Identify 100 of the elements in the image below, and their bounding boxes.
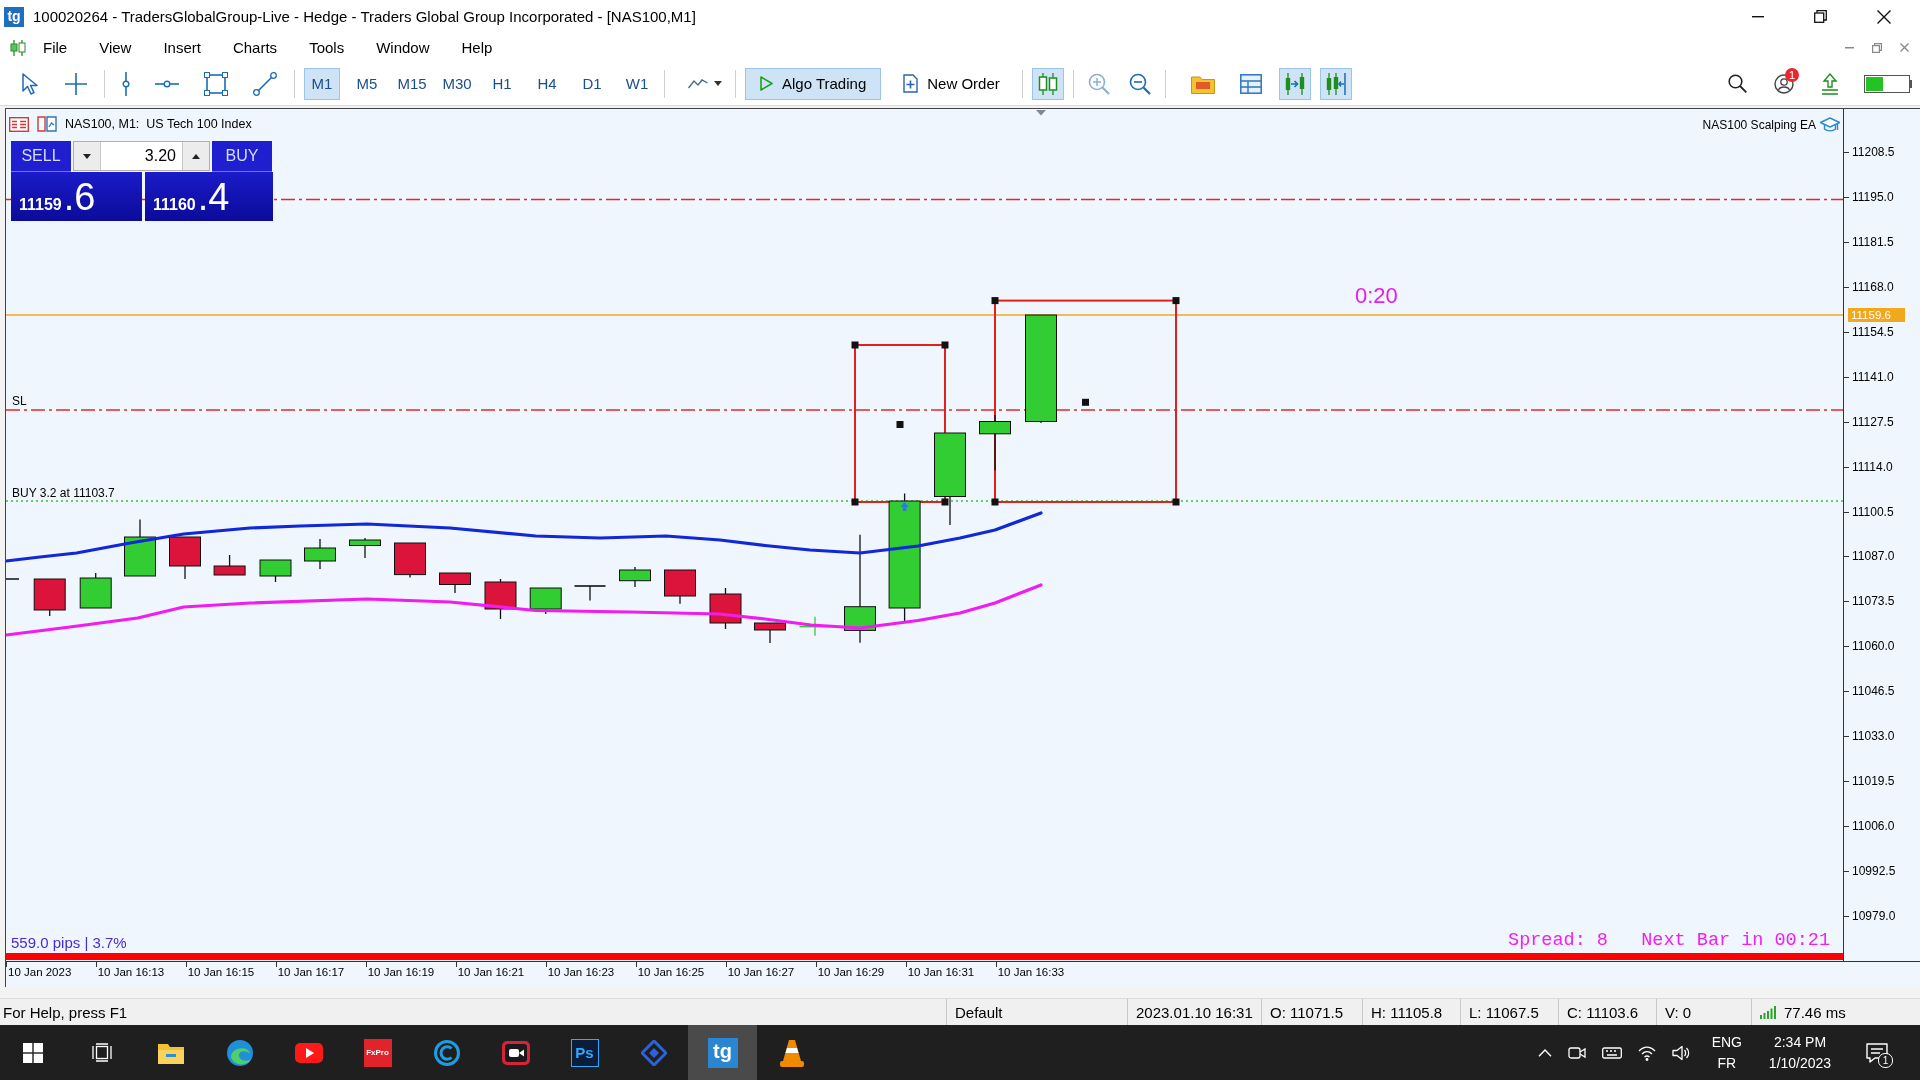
timeframe-tab[interactable]: M15	[394, 67, 430, 100]
menu-item[interactable]: View	[83, 35, 148, 60]
bullish-candle	[979, 414, 1011, 472]
menu-item[interactable]: Help	[445, 35, 509, 60]
time-label: 10 Jan 16:31	[907, 966, 975, 978]
price-label: 11073.5	[1852, 593, 1895, 610]
position-label: BUY 3.2 at 11103.7	[12, 486, 115, 500]
taskbar-button[interactable]: tg	[688, 1025, 757, 1080]
caret-up-icon	[192, 153, 200, 159]
windows-logo-icon[interactable]	[22, 1042, 43, 1063]
bearish-candle	[439, 572, 471, 594]
new-order-button[interactable]: New Order	[890, 67, 1013, 100]
ring-icon	[433, 1039, 460, 1066]
trend-line-icon[interactable]	[253, 71, 277, 96]
expert-name: NAS100 Scalping EA	[1702, 118, 1816, 132]
folder-icon[interactable]	[1190, 73, 1215, 94]
bullish-candle	[304, 538, 336, 570]
menu-item[interactable]: Tools	[293, 35, 361, 60]
minimize-icon[interactable]	[1752, 15, 1764, 18]
bearish-candle	[394, 542, 426, 579]
vertical-line-icon[interactable]	[122, 71, 130, 96]
task-view-icon[interactable]	[91, 1043, 112, 1062]
battery-icon	[1864, 74, 1912, 93]
timeframe-tab[interactable]: W1	[619, 67, 655, 100]
algo-trading-button[interactable]: Algo Trading	[745, 67, 882, 100]
window-title: 100020264 - TradersGlobalGroup-Live - Hedge - Traders Global Group Incorporated - [NAS100,M1]	[33, 8, 697, 25]
bullish-candle	[79, 572, 112, 609]
search-icon[interactable]	[1728, 74, 1747, 93]
time-label: 10 Jan 16:29	[817, 966, 885, 978]
autoscroll-button[interactable]	[1278, 67, 1311, 100]
sell-button[interactable]: SELL	[11, 141, 71, 172]
chart-title: NAS100, M1: US Tech 100 Index	[65, 117, 252, 131]
speaker-icon[interactable]	[1671, 1044, 1690, 1061]
price-label: 10992.5	[1852, 863, 1896, 880]
cursor-icon[interactable]	[22, 72, 40, 95]
time-label: 10 Jan 16:13	[97, 966, 165, 978]
bar-timer: 0:20	[1355, 283, 1398, 309]
buy-button[interactable]: BUY	[212, 141, 272, 172]
clock-button[interactable]: 2:34 PM 1/10/2023	[1760, 1031, 1840, 1074]
menu-item[interactable]: Window	[360, 35, 446, 60]
high-price: H: 11105.8	[1371, 1003, 1443, 1021]
bullish-candle	[619, 566, 651, 588]
table-icon[interactable]	[1239, 73, 1262, 94]
price-label: 11168.0	[1852, 278, 1894, 295]
arrow-up-icon[interactable]	[1821, 72, 1839, 95]
restore-icon[interactable]	[1814, 10, 1827, 23]
candlestick-icon	[1037, 72, 1058, 95]
chevron-up-icon[interactable]	[1537, 1048, 1552, 1057]
crosshair-icon[interactable]	[65, 72, 87, 95]
bid-price[interactable]: 11159.6	[11, 172, 142, 221]
menu-item[interactable]: Charts	[216, 35, 294, 60]
taskbar-button[interactable]: FxPro	[343, 1025, 412, 1080]
app-logo: Ps	[570, 1038, 599, 1067]
price-label: 11033.0	[1852, 728, 1895, 745]
price-label: 11195.0	[1852, 188, 1894, 205]
message-icon[interactable]	[1866, 1042, 1888, 1063]
add-document-icon	[903, 74, 919, 93]
taskbar-button[interactable]: Ps	[550, 1025, 619, 1080]
handle-marker	[1082, 398, 1089, 406]
increase-button[interactable]	[183, 142, 209, 170]
candles-arrow-right-icon	[1284, 72, 1305, 95]
decrease-button[interactable]	[74, 142, 100, 170]
time-label: 10 Jan 2023	[8, 966, 72, 978]
chart-window-icon[interactable]	[37, 116, 57, 132]
candlesticks-button[interactable]	[1031, 67, 1064, 100]
zoom-out-icon[interactable]	[1128, 72, 1151, 95]
doji-candle	[573, 585, 607, 602]
price-label: 11046.5	[1852, 683, 1895, 700]
timeframe-tab[interactable]: D1	[574, 67, 610, 100]
bar-time: 2023.01.10 16:31	[1136, 1003, 1253, 1021]
timeframe-tab[interactable]: M1	[304, 67, 340, 100]
timeframe-tab[interactable]: M5	[349, 67, 385, 100]
close-price: C: 11103.6	[1567, 1003, 1639, 1021]
horizontal-line-icon[interactable]	[155, 79, 179, 88]
notification-count: 1	[1878, 1052, 1893, 1068]
menu-item[interactable]: Insert	[147, 35, 217, 60]
menu-item[interactable]: File	[27, 35, 84, 60]
timeframe-tab[interactable]: H4	[529, 67, 565, 100]
bullish-candle	[529, 587, 562, 615]
close-icon[interactable]	[1877, 9, 1891, 24]
price-label: 11114.0	[1852, 458, 1893, 475]
notification-badge: 1	[1785, 67, 1799, 82]
chart-shift-button[interactable]	[1319, 67, 1352, 100]
timeframe-tab[interactable]: M30	[439, 67, 475, 100]
pips-readout: 559.0 pips | 3.7%	[11, 934, 127, 951]
rectangle-icon[interactable]	[204, 71, 228, 96]
keyboard-icon[interactable]	[1601, 1044, 1622, 1061]
list-icon[interactable]	[9, 116, 29, 132]
ask-price[interactable]: 11160.4	[145, 172, 273, 221]
price-label: 11006.0	[1852, 818, 1895, 835]
handle-marker	[896, 421, 904, 428]
bullish-candle	[259, 559, 292, 583]
time-label: 10 Jan 16:23	[547, 966, 615, 978]
price-label: 11141.0	[1852, 368, 1894, 385]
price-label: 11208.5	[1852, 144, 1895, 160]
wifi-icon[interactable]	[1637, 1044, 1656, 1061]
time-label: 10 Jan 16:15	[187, 966, 255, 978]
volume-field[interactable]: 3.20	[100, 142, 183, 170]
timeframe-tab[interactable]: H1	[484, 67, 520, 100]
language-button[interactable]: ENG FR	[1705, 1031, 1748, 1074]
